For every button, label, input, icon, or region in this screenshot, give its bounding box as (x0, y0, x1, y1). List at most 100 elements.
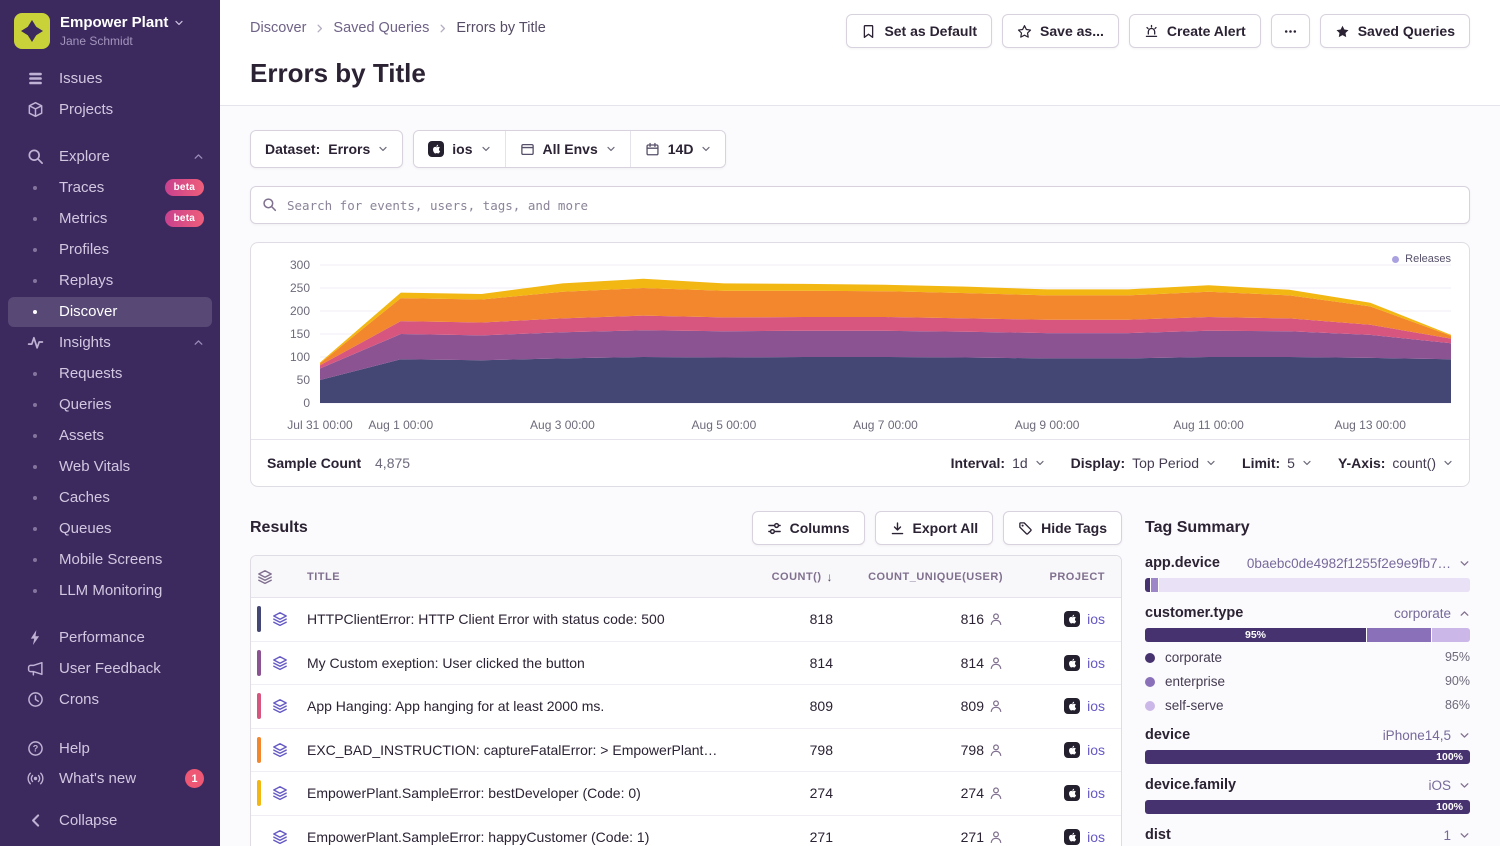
tag-distribution-bar[interactable] (1145, 578, 1470, 592)
project-cell[interactable]: ios (1011, 742, 1121, 758)
error-title[interactable]: EXC_BAD_INSTRUCTION: captureFatalError: … (307, 742, 731, 758)
chevron-left-icon (27, 812, 44, 829)
sidebar-item-assets[interactable]: Assets (8, 421, 212, 451)
sidebar-item-queues[interactable]: Queues (8, 514, 212, 544)
tag-section-device: device iPhone14,5 100% (1145, 727, 1470, 764)
sidebar-item-user-feedback[interactable]: User Feedback (8, 654, 212, 684)
error-title[interactable]: HTTPClientError: HTTP Client Error with … (307, 611, 731, 627)
columns-button[interactable]: Columns (752, 511, 865, 545)
svg-text:150: 150 (290, 327, 310, 341)
project-cell[interactable]: ios (1011, 611, 1121, 627)
search-input[interactable] (250, 186, 1470, 224)
date-range-select[interactable]: 14D (630, 131, 726, 167)
project-cell[interactable]: ios (1011, 655, 1121, 671)
sidebar-item-whats-new[interactable]: What's new1 (8, 764, 212, 794)
table-row[interactable]: App Hanging: App hanging for at least 20… (251, 685, 1121, 729)
user-icon (989, 830, 1003, 844)
tag-distribution-bar[interactable]: 100% (1145, 800, 1470, 814)
sidebar-section-explore[interactable]: Explore (8, 142, 212, 172)
export-all-button[interactable]: Export All (875, 511, 994, 545)
table-row[interactable]: EmpowerPlant.SampleError: happyCustomer … (251, 816, 1121, 846)
table-row[interactable]: EXC_BAD_INSTRUCTION: captureFatalError: … (251, 729, 1121, 773)
error-title[interactable]: EmpowerPlant.SampleError: bestDeveloper … (307, 785, 731, 801)
saved-queries-button[interactable]: Saved Queries (1320, 14, 1470, 48)
bullet-dot (33, 434, 37, 438)
column-header-count[interactable]: COUNT()↓ (731, 570, 841, 584)
chart-footer: Sample Count 4,875 Interval: 1d Display:… (251, 439, 1469, 486)
sidebar-item-issues[interactable]: Issues (8, 64, 212, 94)
sidebar-item-help[interactable]: Help (8, 733, 212, 763)
page-title: Errors by Title (250, 58, 1470, 89)
stacked-area-chart[interactable]: Releases 050100150200250300Jul 31 00:00A… (251, 243, 1469, 439)
project-cell[interactable]: ios (1011, 698, 1121, 714)
environment-select[interactable]: All Envs (505, 131, 630, 167)
column-header-project[interactable]: PROJECT (1011, 571, 1121, 583)
sidebar-item-llm-monitoring[interactable]: LLM Monitoring (8, 576, 212, 606)
chevron-down-icon (174, 18, 184, 28)
tag-legend-item[interactable]: corporate 95% (1145, 649, 1470, 666)
tag-distribution-bar[interactable]: 95% (1145, 628, 1470, 642)
save-as-button[interactable]: Save as... (1002, 14, 1119, 48)
tag-distribution-bar[interactable]: 100% (1145, 750, 1470, 764)
table-row[interactable]: HTTPClientError: HTTP Client Error with … (251, 598, 1121, 642)
svg-text:50: 50 (297, 373, 311, 387)
sidebar-item-web-vitals[interactable]: Web Vitals (8, 452, 212, 482)
sidebar-item-performance[interactable]: Performance (8, 623, 212, 653)
chart-legend[interactable]: Releases (1392, 253, 1451, 265)
layers-icon (272, 655, 288, 671)
tag-section-toggle[interactable]: customer.type corporate (1145, 605, 1470, 621)
sidebar-item-projects[interactable]: Projects (8, 95, 212, 125)
segment-percent-label: 95% (1145, 630, 1366, 641)
limit-select[interactable]: Limit: 5 (1242, 455, 1312, 471)
more-button[interactable] (1271, 14, 1310, 48)
tag-section-toggle[interactable]: device iPhone14,5 (1145, 727, 1470, 743)
sidebar-item-profiles[interactable]: Profiles (8, 235, 212, 265)
hide-tags-button[interactable]: Hide Tags (1003, 511, 1122, 545)
error-title[interactable]: My Custom exeption: User clicked the but… (307, 655, 731, 671)
dataset-select[interactable]: Dataset: Errors (250, 130, 403, 168)
svg-text:Aug 5 00:00: Aug 5 00:00 (692, 418, 757, 432)
yaxis-select[interactable]: Y-Axis: count() (1338, 455, 1453, 471)
megaphone-icon (27, 660, 44, 677)
sidebar-collapse-button[interactable]: Collapse (8, 806, 212, 836)
results-heading: Results (250, 519, 308, 537)
sidebar-item-mobile-screens[interactable]: Mobile Screens (8, 545, 212, 575)
sidebar-item-crons[interactable]: Crons (8, 685, 212, 715)
create-alert-button[interactable]: Create Alert (1129, 14, 1261, 48)
org-switcher[interactable]: Empower Plant Jane Schmidt (0, 0, 220, 59)
column-header-count-unique[interactable]: COUNT_UNIQUE(USER) (841, 571, 1011, 583)
search-icon (262, 197, 277, 212)
table-row[interactable]: My Custom exeption: User clicked the but… (251, 642, 1121, 686)
sidebar-item-traces[interactable]: Tracesbeta (8, 173, 212, 203)
display-select[interactable]: Display: Top Period (1071, 455, 1216, 471)
tag-legend-item[interactable]: enterprise 90% (1145, 673, 1470, 690)
project-select[interactable]: ios (414, 131, 504, 167)
sidebar-item-caches[interactable]: Caches (8, 483, 212, 513)
set-default-button[interactable]: Set as Default (846, 14, 992, 48)
tag-legend-item[interactable]: self-serve 86% (1145, 697, 1470, 714)
tag-section-toggle[interactable]: device.family iOS (1145, 777, 1470, 793)
breadcrumb-discover[interactable]: Discover (250, 20, 306, 36)
count-value: 274 (731, 785, 841, 801)
sidebar-item-metrics[interactable]: Metricsbeta (8, 204, 212, 234)
count-value: 814 (731, 655, 841, 671)
project-cell[interactable]: ios (1011, 785, 1121, 801)
error-title[interactable]: App Hanging: App hanging for at least 20… (307, 698, 731, 714)
tag-section-toggle[interactable]: dist 1 (1145, 827, 1470, 843)
project-cell[interactable]: ios (1011, 829, 1121, 845)
sidebar-item-replays[interactable]: Replays (8, 266, 212, 296)
sidebar-item-queries[interactable]: Queries (8, 390, 212, 420)
sidebar-item-discover[interactable]: Discover (8, 297, 212, 327)
error-title[interactable]: EmpowerPlant.SampleError: happyCustomer … (307, 829, 731, 845)
sidebar-item-requests[interactable]: Requests (8, 359, 212, 389)
interval-select[interactable]: Interval: 1d (951, 455, 1045, 471)
chart-canvas[interactable]: 050100150200250300Jul 31 00:00Aug 1 00:0… (265, 253, 1455, 437)
sidebar-section-insights[interactable]: Insights (8, 328, 212, 358)
table-row[interactable]: EmpowerPlant.SampleError: bestDeveloper … (251, 772, 1121, 816)
chevron-up-icon (193, 337, 204, 348)
count-value: 798 (731, 742, 841, 758)
tag-section-customer-type: customer.type corporate 95% corporate 95… (1145, 605, 1470, 714)
tag-section-toggle[interactable]: app.device 0baebc0de4982f1255f2e9e9fb7… (1145, 555, 1470, 571)
breadcrumb-saved-queries[interactable]: Saved Queries (333, 20, 429, 36)
column-header-title[interactable]: TITLE (307, 571, 731, 583)
